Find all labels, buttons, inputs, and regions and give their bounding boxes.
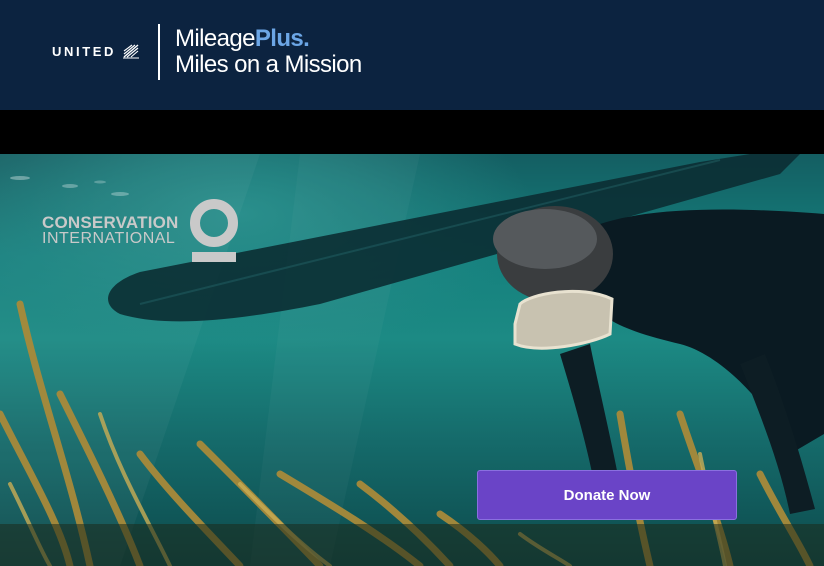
ci-line1: CONSERVATION	[42, 213, 179, 232]
spacer-band	[0, 110, 824, 154]
campaign-subtitle: Miles on a Mission	[175, 51, 362, 78]
ci-wordmark: CONSERVATION INTERNATIONAL	[42, 213, 179, 247]
ci-line2: INTERNATIONAL	[42, 230, 176, 247]
header-divider	[158, 24, 160, 80]
mileageplus-title: MileagePlus.	[175, 25, 310, 53]
united-globe-icon	[122, 43, 140, 59]
mileageplus-dot: .	[303, 25, 310, 52]
mileageplus-plus: Plus	[254, 25, 304, 52]
site-header: UNITED MileagePlus. Miles on a Mission	[0, 0, 824, 110]
ci-emblem-icon	[189, 199, 238, 262]
united-logo[interactable]: UNITED	[52, 43, 140, 59]
donate-now-button[interactable]: Donate Now	[477, 470, 737, 520]
mileageplus-name: Mileage	[175, 25, 255, 52]
hero-image: CONSERVATION INTERNATIONAL Donate Now	[0, 154, 824, 566]
united-wordmark: UNITED	[52, 43, 116, 59]
conservation-international-logo[interactable]: CONSERVATION INTERNATIONAL	[42, 198, 239, 264]
